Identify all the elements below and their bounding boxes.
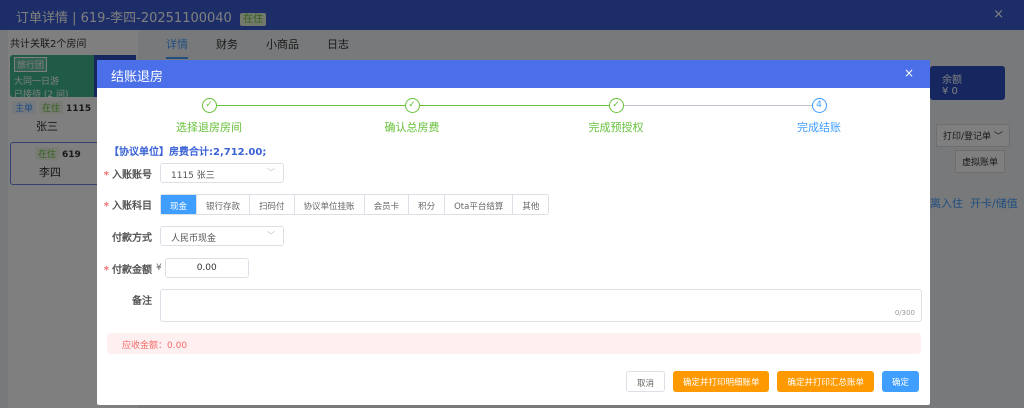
subject-other[interactable]: 其他 [513,195,548,214]
remark-label: 备注 [132,296,152,307]
subject-label: 入账科目 [112,201,152,212]
step-select-room: ✓ 选择退房房间 [109,98,309,135]
checkout-dialog: 结账退房 × ✓ 选择退房房间 ✓ 确认总房费 ✓ 完成预授权 4 完成结账 【协议单位… [97,60,930,405]
dialog-footer: 取消 确定并打印明细账单 确定并打印汇总账单 确定 [625,371,919,392]
subject-radio-group: 现金 银行存款 扫码付 协议单位挂账 会员卡 积分 Ota平台结算 其他 [160,194,550,215]
check-icon: ✓ [201,98,217,113]
account-value: 1115 张三 [171,171,215,181]
step-label: 确认总房费 [384,121,440,134]
subject-cash[interactable]: 现金 [161,195,198,214]
remark-row: 备注 [97,292,160,307]
pay-method-label: 付款方式 [112,232,152,244]
chevron-down-icon: ﹀ [267,231,275,240]
subject-scan-pay[interactable]: 扫码付 [250,195,295,214]
account-label: 入账账号 [112,169,152,181]
step-label: 选择退房房间 [176,121,242,134]
required-mark: * [103,169,109,181]
amount-row: * 付款金额 ¥ 0.00 [97,258,249,278]
dialog-header: 结账退房 × [97,60,930,88]
subject-label-wrap: * 入账科目 [97,197,152,212]
amount-label: 付款金额 [112,264,152,276]
receivable-alert: 应收金额：0.00 [107,333,921,354]
account-row: * 入账账号 1115 张三 ﹀ [97,163,284,183]
amount-label-wrap: * 付款金额 [97,261,152,276]
amount-input[interactable]: 0.00 [164,258,249,278]
check-icon: ✓ [608,98,624,113]
confirm-print-summary-button[interactable]: 确定并打印汇总账单 [777,371,874,392]
char-counter: 0/300 [894,309,915,317]
pay-method-value: 人民币现金 [171,234,217,244]
step-label: 完成预授权 [588,121,644,134]
account-select[interactable]: 1115 张三 ﹀ [160,163,284,183]
step-finish: 4 完成结账 [719,98,919,135]
pay-method-row: 付款方式 人民币现金 ﹀ [97,226,284,246]
subject-row: * 入账科目 现金 银行存款 扫码付 协议单位挂账 会员卡 积分 Ota平台结算 … [97,194,550,215]
subject-points[interactable]: 积分 [409,195,446,214]
confirm-button[interactable]: 确定 [881,371,919,392]
currency-symbol: ¥ [156,263,162,273]
remark-textarea[interactable]: 0/300 [160,289,922,322]
dialog-title: 结账退房 [111,70,164,85]
required-mark: * [103,201,109,212]
subject-bank-deposit[interactable]: 银行存款 [197,195,251,214]
cancel-button[interactable]: 取消 [625,371,665,392]
step-label: 完成结账 [797,121,841,134]
close-icon[interactable]: × [904,66,914,80]
fee-summary: 【协议单位】房费合计:2,712.00; [109,147,267,158]
step-number: 4 [811,98,827,113]
subject-agreement-account[interactable]: 协议单位挂账 [295,195,365,214]
steps: ✓ 选择退房房间 ✓ 确认总房费 ✓ 完成预授权 4 完成结账 [97,88,930,136]
required-mark: * [103,264,109,276]
step-preauth: ✓ 完成预授权 [516,98,716,135]
subject-member-card[interactable]: 会员卡 [365,195,410,214]
chevron-down-icon: ﹀ [267,168,275,177]
step-confirm-fee: ✓ 确认总房费 [312,98,512,135]
subject-ota[interactable]: Ota平台结算 [445,195,514,214]
confirm-print-detail-button[interactable]: 确定并打印明细账单 [672,371,770,392]
account-label-wrap: * 入账账号 [97,166,152,181]
check-icon: ✓ [404,98,420,113]
pay-method-select[interactable]: 人民币现金 ﹀ [160,226,284,246]
